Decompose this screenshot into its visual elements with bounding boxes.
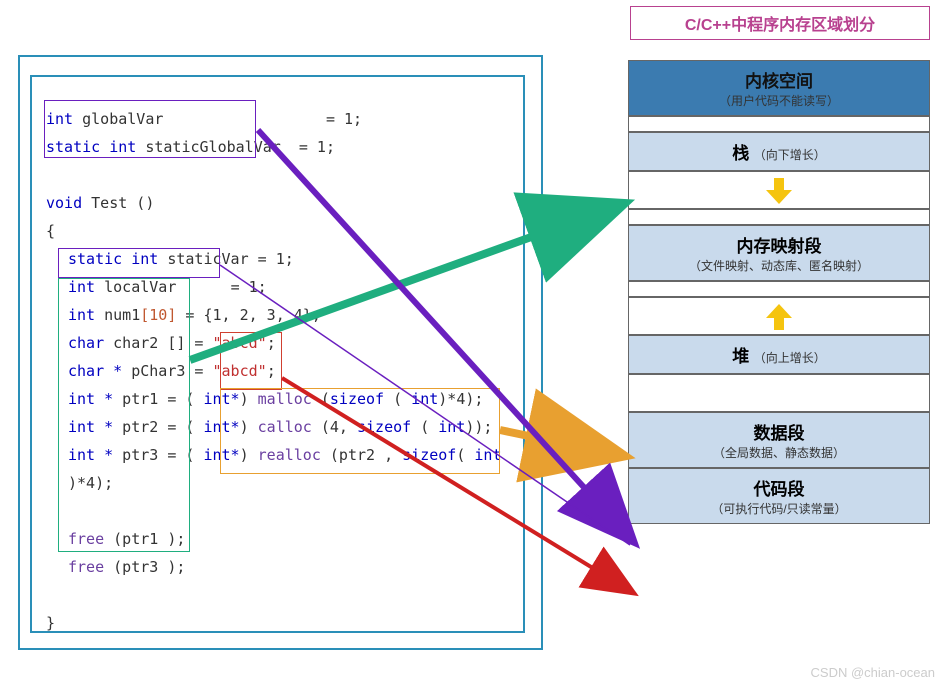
- spacer: [628, 116, 930, 132]
- code-line-ptr2: int * ptr2 = ( int*) calloc (4, sizeof (…: [46, 413, 509, 441]
- code-line-close: }: [46, 609, 509, 637]
- code-line-ptr3: int * ptr3 = ( int*) realloc (ptr2 , siz…: [46, 441, 509, 497]
- spacer: [628, 209, 930, 225]
- code-line-ptr1: int * ptr1 = ( int*) malloc (sizeof ( in…: [46, 385, 509, 413]
- region-code: 代码段 （可执行代码/只读常量）: [628, 468, 930, 524]
- heap-space: [628, 297, 930, 335]
- region-heap: 堆 （向上增长）: [628, 335, 930, 374]
- memory-layout: 内核空间 （用户代码不能读写） 栈 （向下增长） 内存映射段 （文件映射、动态库…: [628, 60, 930, 524]
- code-line-pchar3: char * pChar3 = "abcd";: [46, 357, 509, 385]
- code-line-num1: int num1[10] = {1, 2, 3, 4};: [46, 301, 509, 329]
- region-mmap: 内存映射段 （文件映射、动态库、匿名映射）: [628, 225, 930, 281]
- code-line-test: void Test (): [46, 189, 509, 217]
- watermark: CSDN @chian-ocean: [811, 665, 935, 680]
- diagram-title: C/C++中程序内存区域划分: [630, 6, 930, 40]
- code-line-open: {: [46, 217, 509, 245]
- arrow-up-icon: [766, 304, 792, 330]
- code-block: int globalVar = 1; static int staticGlob…: [30, 75, 525, 633]
- spacer: [628, 374, 930, 412]
- code-line-globalvar: int globalVar = 1;: [46, 105, 509, 133]
- stack-space: [628, 171, 930, 209]
- code-line-char2: char char2 [] = "abcd";: [46, 329, 509, 357]
- code-line-free3: free (ptr3 );: [46, 553, 509, 581]
- arrow-down-icon: [766, 178, 792, 204]
- region-data: 数据段 （全局数据、静态数据）: [628, 412, 930, 468]
- code-line-localvar: int localVar = 1;: [46, 273, 509, 301]
- spacer: [628, 281, 930, 297]
- code-line-free1: free (ptr1 );: [46, 525, 509, 553]
- region-kernel: 内核空间 （用户代码不能读写）: [628, 60, 930, 116]
- region-stack: 栈 （向下增长）: [628, 132, 930, 171]
- code-line-staticvar: static int staticVar = 1;: [46, 245, 509, 273]
- code-line-staticglobalvar: static int staticGlobalVar = 1;: [46, 133, 509, 161]
